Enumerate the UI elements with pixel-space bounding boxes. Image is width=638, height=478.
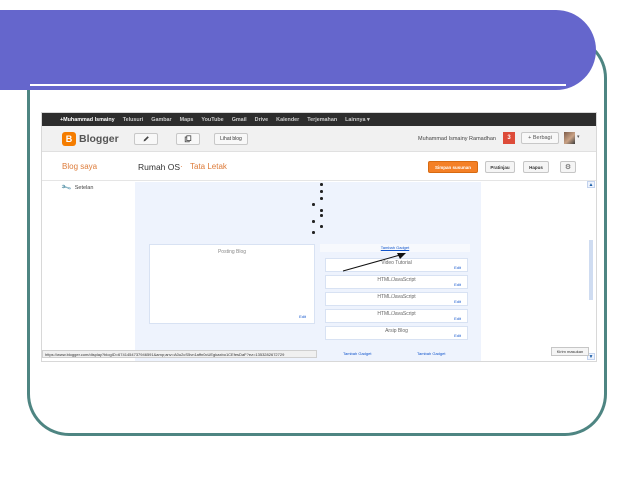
blog-posts-title: Posting Blog [217, 249, 247, 255]
gadget-edit-link[interactable]: Edit [454, 282, 461, 287]
gbar-item-gmail[interactable]: Gmail [232, 117, 247, 123]
gadget-title: HTML/JavaScript [377, 311, 416, 317]
my-blogs-link[interactable]: Blog saya [62, 162, 97, 171]
view-blog-button[interactable]: Lihat blog [214, 133, 248, 145]
page-element-dot [312, 203, 315, 206]
settings-gear-button[interactable]: ⚙ [560, 161, 576, 173]
blog-posts-edit-link[interactable]: Edit [299, 314, 306, 319]
pencil-icon [143, 136, 149, 142]
notification-badge[interactable]: 3 [503, 132, 515, 144]
page-element-dot [320, 190, 323, 193]
blog-posts-gadget[interactable]: Posting Blog Edit [149, 244, 315, 324]
scrollbar-thumb[interactable] [589, 240, 593, 300]
page-element-dot [320, 183, 323, 186]
gadget-edit-link[interactable]: Edit [454, 316, 461, 321]
google-bar: +Muhammad Ismainy Telusuri Gambar Maps Y… [42, 113, 596, 126]
chevron-down-icon[interactable]: ▾ [577, 134, 580, 140]
gadget-html-javascript-3[interactable]: HTML/JavaScript Edit [325, 309, 468, 323]
new-post-button[interactable] [134, 133, 158, 145]
gadget-title: HTML/JavaScript [377, 294, 416, 300]
gear-icon: ⚙ [564, 164, 572, 171]
gbar-item-youtube[interactable]: YouTube [201, 117, 223, 123]
status-bar-url: https://www.blogger.com/display?blogID=6… [42, 350, 317, 358]
gbar-item-profile[interactable]: +Muhammad Ismainy [60, 117, 115, 123]
slide-banner [0, 10, 596, 90]
gadget-html-javascript-1[interactable]: HTML/JavaScript Edit [325, 275, 468, 289]
add-gadget-link-footer-left[interactable]: Tambah Gadget [343, 351, 371, 356]
gadget-title: Arsip Blog [385, 328, 408, 334]
sidebar-item-settings[interactable]: 🔧 Setelan [61, 183, 94, 194]
avatar[interactable] [564, 132, 575, 144]
gbar-item-search[interactable]: Telusuri [123, 117, 144, 123]
add-gadget-link-footer-right[interactable]: Tambah Gadget [417, 351, 445, 356]
page-title: Tata Letak [190, 162, 227, 171]
clear-button[interactable]: Hapus [523, 161, 549, 173]
page-element-dot [312, 220, 315, 223]
gbar-item-drive[interactable]: Drive [255, 117, 269, 123]
page-element-dot [320, 209, 323, 212]
gadget-edit-link[interactable]: Edit [454, 265, 461, 270]
gbar-item-calendar[interactable]: Kalender [276, 117, 299, 123]
share-button[interactable]: + Berbagi [521, 132, 559, 144]
gbar-item-maps[interactable]: Maps [180, 117, 194, 123]
blog-nav-bar: Blog saya Rumah OS · Tata Letak Simpan s… [42, 153, 596, 181]
sidebar-item-label: Setelan [74, 185, 94, 191]
gadget-title: HTML/JavaScript [377, 277, 416, 283]
blogger-logo[interactable]: B Blogger [62, 132, 119, 146]
gbar-item-images[interactable]: Gambar [151, 117, 171, 123]
gbar-item-translate[interactable]: Terjemahan [307, 117, 337, 123]
blogger-screenshot: +Muhammad Ismainy Telusuri Gambar Maps Y… [41, 112, 597, 362]
preview-button[interactable]: Pratinjau [485, 161, 515, 173]
gbar-item-more[interactable]: Lainnya ▾ [345, 117, 370, 123]
page-element-dot [320, 197, 323, 200]
slide-underline [30, 84, 566, 86]
wrench-icon: 🔧 [61, 183, 73, 194]
gadget-edit-link[interactable]: Edit [454, 299, 461, 304]
blogger-logo-icon: B [62, 132, 76, 146]
user-name[interactable]: Muhammad Ismainy Ramadhan [418, 136, 496, 142]
blogger-logo-text: Blogger [79, 133, 119, 145]
breadcrumb-separator: · [180, 162, 183, 171]
save-arrangement-button[interactable]: Simpan susunan [428, 161, 478, 173]
gadget-html-javascript-2[interactable]: HTML/JavaScript Edit [325, 292, 468, 306]
scroll-up-icon[interactable]: ▲ [587, 181, 595, 188]
page-element-dot [312, 231, 315, 234]
blog-name: Rumah OS [138, 162, 181, 172]
annotation-arrow [342, 253, 406, 272]
posts-list-button[interactable] [176, 133, 200, 145]
gadget-edit-link[interactable]: Edit [454, 333, 461, 338]
copy-icon [184, 135, 192, 143]
page-element-dot [320, 214, 323, 217]
page-element-dot [320, 225, 323, 228]
gadget-blog-archive[interactable]: Arsip Blog Edit [325, 326, 468, 340]
layout-editor: Posting Blog Edit Tambah Gadget Video Tu… [135, 182, 481, 361]
send-feedback-button[interactable]: Kirim masukan [551, 347, 589, 356]
blogger-header: B Blogger Lihat blog Muhammad Ismainy Ra… [42, 126, 596, 152]
